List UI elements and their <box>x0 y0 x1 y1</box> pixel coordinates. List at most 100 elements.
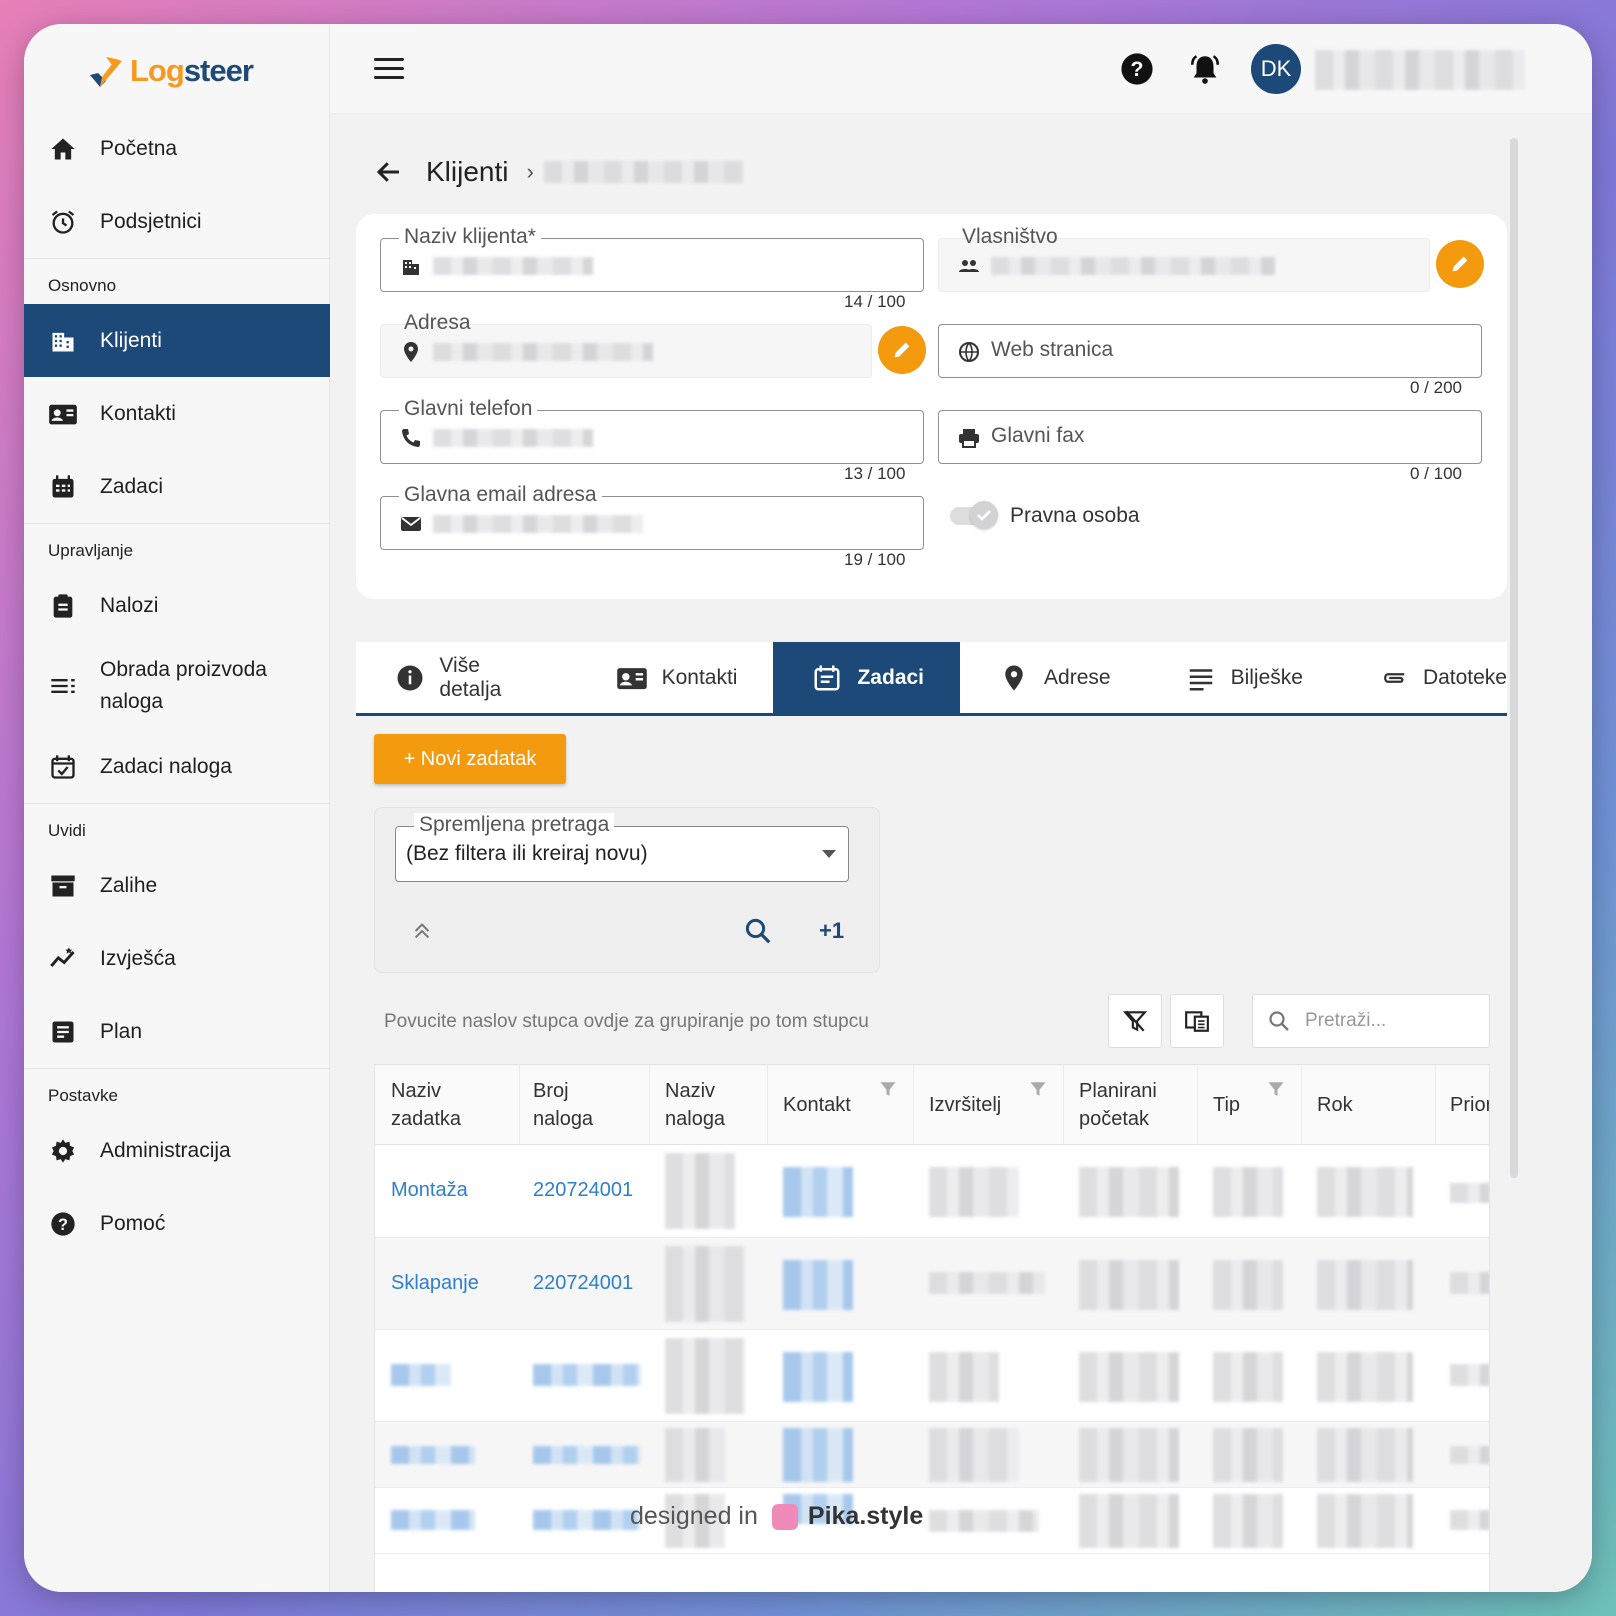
redacted-cell <box>1450 1510 1489 1530</box>
notification-bell-icon[interactable] <box>1186 50 1224 88</box>
redacted-cell <box>391 1446 475 1464</box>
sidebar-item-zadaci[interactable]: Zadaci <box>24 450 330 523</box>
sidebar-item-zalihe[interactable]: Zalihe <box>24 849 330 922</box>
col-tip[interactable]: Tip <box>1213 1091 1240 1119</box>
tab-vise-detalja[interactable]: Više detalja <box>356 642 566 713</box>
edit-address-button[interactable] <box>878 326 926 374</box>
filter-icon[interactable] <box>1267 1079 1285 1099</box>
sidebar-item-nalozi[interactable]: Nalozi <box>24 569 330 642</box>
redacted-cell <box>783 1428 853 1482</box>
extra-filters-button[interactable]: +1 <box>819 918 844 944</box>
tab-adrese[interactable]: Adrese <box>960 642 1131 713</box>
filter-icon[interactable] <box>1029 1079 1047 1099</box>
col-naziv-zadatka[interactable]: Naziv zadatka <box>391 1077 501 1133</box>
saved-search-label: Spremljena pretraga <box>414 813 615 837</box>
fax-field[interactable]: Glavni fax <box>938 410 1482 464</box>
sidebar-item-izvjesca[interactable]: Izvješća <box>24 922 330 995</box>
hamburger-menu-icon[interactable] <box>374 58 404 80</box>
avatar[interactable]: DK <box>1251 44 1301 94</box>
order-number-link[interactable]: 220724001 <box>533 1179 633 1202</box>
search-icon <box>1269 1011 1289 1031</box>
chevron-down-icon <box>822 850 836 858</box>
svg-text:?: ? <box>1131 57 1144 81</box>
redacted-cell <box>665 1246 745 1322</box>
website-counter: 0 / 200 <box>1410 378 1462 397</box>
sidebar-item-klijenti[interactable]: Klijenti <box>24 304 330 377</box>
new-task-button[interactable]: + Novi zadatak <box>374 734 566 784</box>
tab-zadaci[interactable]: Zadaci <box>773 642 961 713</box>
tab-label: Kontakti <box>661 665 738 689</box>
clipboard-icon <box>46 589 80 623</box>
redacted-cell <box>1213 1167 1283 1217</box>
plan-doc-icon <box>46 1015 80 1049</box>
grid-header: Naziv zadatka Broj naloga Naziv naloga K… <box>375 1065 1489 1145</box>
sidebar-item-obrada-proizvoda[interactable]: Obrada proizvoda naloga <box>24 642 330 730</box>
ownership-value-redacted <box>991 257 1275 275</box>
task-name-link[interactable]: Sklapanje <box>391 1272 479 1295</box>
help-icon[interactable]: ? <box>1118 50 1156 88</box>
search-icon[interactable] <box>743 916 773 946</box>
logo[interactable]: Logsteer <box>86 48 254 94</box>
col-izvrsitelj[interactable]: Izvršitelj <box>929 1091 1001 1119</box>
notes-icon <box>1185 662 1217 694</box>
sidebar-item-label: Pomoć <box>100 1211 166 1235</box>
sidebar-item-pomoc[interactable]: ? Pomoć <box>24 1187 330 1260</box>
legal-entity-toggle[interactable] <box>950 500 1000 529</box>
vertical-scrollbar[interactable] <box>1510 138 1518 1178</box>
col-naziv-naloga[interactable]: Naziv naloga <box>665 1077 755 1133</box>
back-arrow-icon[interactable] <box>374 157 404 187</box>
col-kontakt[interactable]: Kontakt <box>783 1091 851 1119</box>
redacted-cell <box>783 1352 853 1402</box>
tab-kontakti[interactable]: Kontakti <box>566 642 758 713</box>
email-field[interactable]: Glavna email adresa <box>380 483 924 550</box>
website-field[interactable]: Web stranica <box>938 324 1482 378</box>
table-row[interactable]: Sklapanje 220724001 <box>375 1238 1489 1330</box>
grid-search-input[interactable]: Pretraži... <box>1252 994 1490 1048</box>
collapse-double-chevron-icon[interactable] <box>407 916 437 946</box>
user-name-redacted[interactable] <box>1315 50 1525 90</box>
tab-datoteke[interactable]: Datoteke <box>1323 642 1507 713</box>
saved-search-select[interactable]: Spremljena pretraga (Bez filtera ili kre… <box>395 813 849 882</box>
edit-ownership-button[interactable] <box>1436 240 1484 288</box>
ownership-label: Vlasništvo <box>962 225 1058 248</box>
col-prioritet[interactable]: Prior <box>1450 1091 1489 1119</box>
table-row[interactable] <box>375 1488 1489 1554</box>
sidebar-nav: Početna Podsjetnici Osnovno Klijenti Kon… <box>24 112 330 1260</box>
table-row[interactable] <box>375 1422 1489 1488</box>
col-rok[interactable]: Rok <box>1317 1091 1353 1119</box>
sidebar-item-plan[interactable]: Plan <box>24 995 330 1068</box>
breadcrumb-root[interactable]: Klijenti <box>426 156 508 188</box>
client-form-card: Naziv klijenta* 14 / 100 Vlasništvo Adre… <box>356 214 1507 599</box>
col-broj-naloga[interactable]: Broj naloga <box>533 1077 623 1133</box>
redacted-cell <box>665 1338 745 1414</box>
order-number-link[interactable]: 220724001 <box>533 1272 633 1295</box>
tab-biljeske[interactable]: Bilješke <box>1131 642 1323 713</box>
filter-icon[interactable] <box>879 1079 897 1099</box>
client-name-value-redacted <box>433 257 593 275</box>
column-chooser-icon <box>1185 1011 1209 1032</box>
redacted-cell <box>1079 1428 1179 1482</box>
redacted-cell <box>533 1446 641 1464</box>
client-name-label: Naziv klijenta* <box>399 225 541 249</box>
col-planirani-pocetak[interactable]: Planirani početak <box>1079 1077 1189 1133</box>
column-chooser-button[interactable] <box>1170 994 1224 1048</box>
phone-field[interactable]: Glavni telefon <box>380 397 924 464</box>
watermark: designed in Pika.style <box>630 1502 923 1531</box>
sidebar-item-administracija[interactable]: Administracija <box>24 1114 330 1187</box>
breadcrumb-current-redacted <box>543 161 744 183</box>
client-name-field[interactable]: Naziv klijenta* <box>380 225 924 292</box>
task-name-link[interactable]: Montaža <box>391 1179 468 1202</box>
redacted-cell <box>929 1352 999 1402</box>
address-value-redacted <box>433 343 653 361</box>
sidebar-item-kontakti[interactable]: Kontakti <box>24 377 330 450</box>
email-value-redacted <box>433 515 643 533</box>
sidebar-item-podsjetnici[interactable]: Podsjetnici <box>24 185 330 258</box>
watermark-brand: Pika.style <box>807 1502 924 1530</box>
sidebar-item-zadaci-naloga[interactable]: Zadaci naloga <box>24 730 330 803</box>
redacted-cell <box>1450 1183 1489 1203</box>
sidebar-item-label: Plan <box>100 1019 143 1043</box>
clear-filter-button[interactable] <box>1108 994 1162 1048</box>
table-row[interactable]: Montaža 220724001 <box>375 1145 1489 1238</box>
sidebar-item-pocetna[interactable]: Početna <box>24 112 330 185</box>
table-row[interactable] <box>375 1330 1489 1422</box>
